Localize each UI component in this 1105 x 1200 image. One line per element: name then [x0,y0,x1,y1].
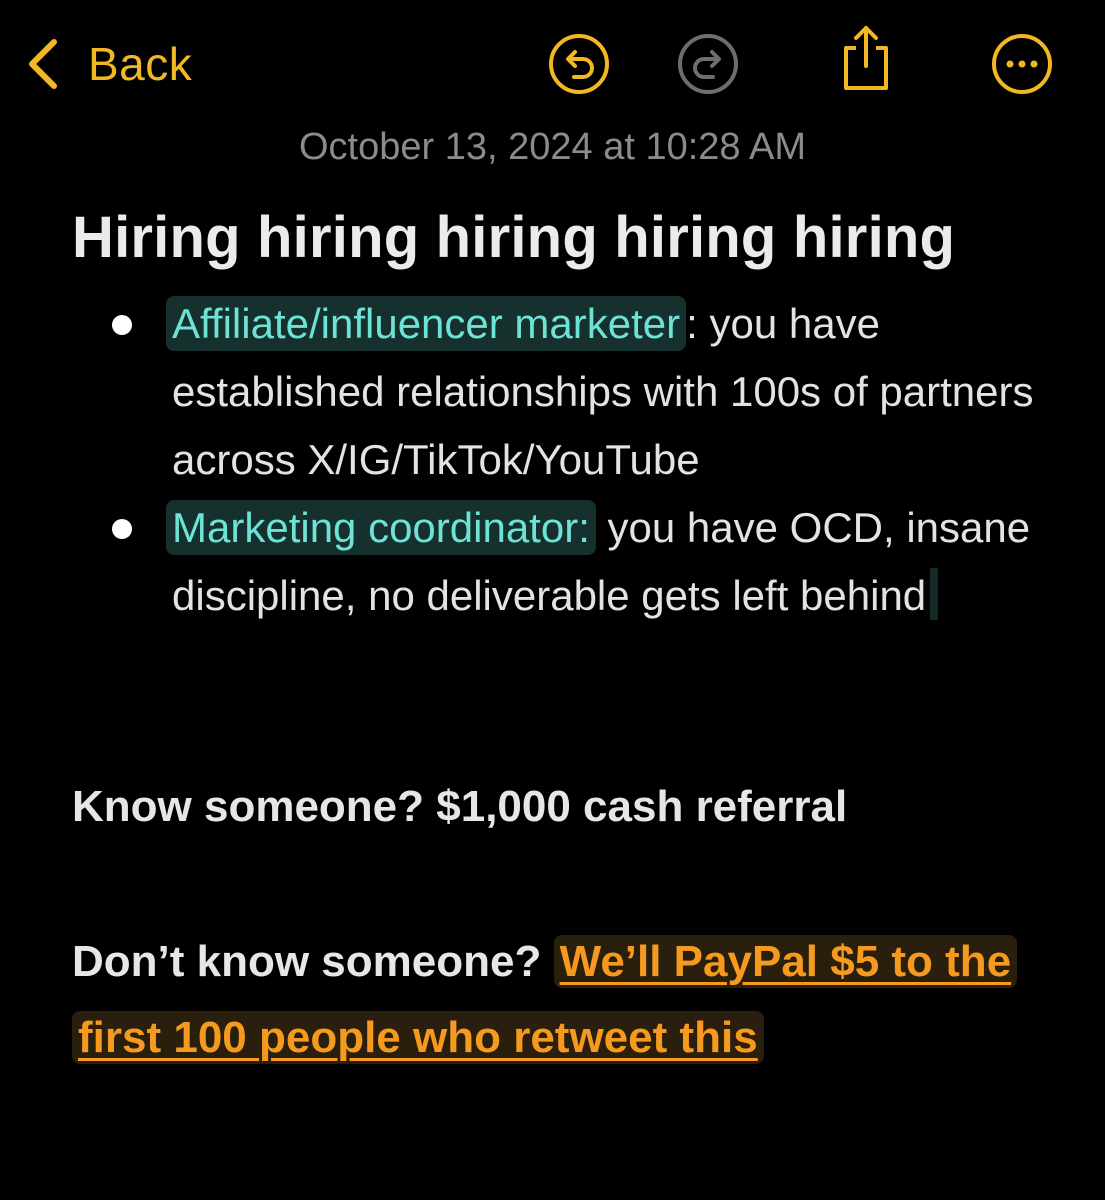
toolbar: Back [0,0,1105,125]
bullet-dot [112,519,132,539]
note-timestamp: October 13, 2024 at 10:28 AM [298,126,806,168]
more-icon [992,34,1052,94]
dont-know-text: Don’t know someone? [72,937,554,986]
text-cursor [930,568,939,620]
back-label: Back [88,38,193,90]
more-button[interactable] [990,32,1054,96]
share-button[interactable] [834,26,898,90]
dont-know-paragraph[interactable]: Don’t know someone? We’ll PayPal $5 to t… [72,924,1072,1076]
undo-button[interactable] [547,32,611,96]
referral-text[interactable]: Know someone? $1,000 cash referral [72,782,847,832]
chevron-left-icon [29,39,57,89]
redo-button[interactable] [676,32,740,96]
undo-icon [549,34,609,94]
back-button[interactable]: Back [22,32,192,96]
bullet-list[interactable]: Affiliate/influencer marketer: you have … [0,290,1105,630]
redo-icon [678,34,738,94]
bullet-dot [112,315,132,335]
share-icon [844,26,888,90]
list-item[interactable]: Affiliate/influencer marketer: you have … [0,290,1105,494]
list-item[interactable]: Marketing coordinator: you have OCD, ins… [0,494,1105,630]
note-title[interactable]: Hiring hiring hiring hiring hiring [72,204,955,271]
role-highlight: Marketing coordinator: [166,500,596,555]
role-highlight: Affiliate/influencer marketer [166,296,687,351]
